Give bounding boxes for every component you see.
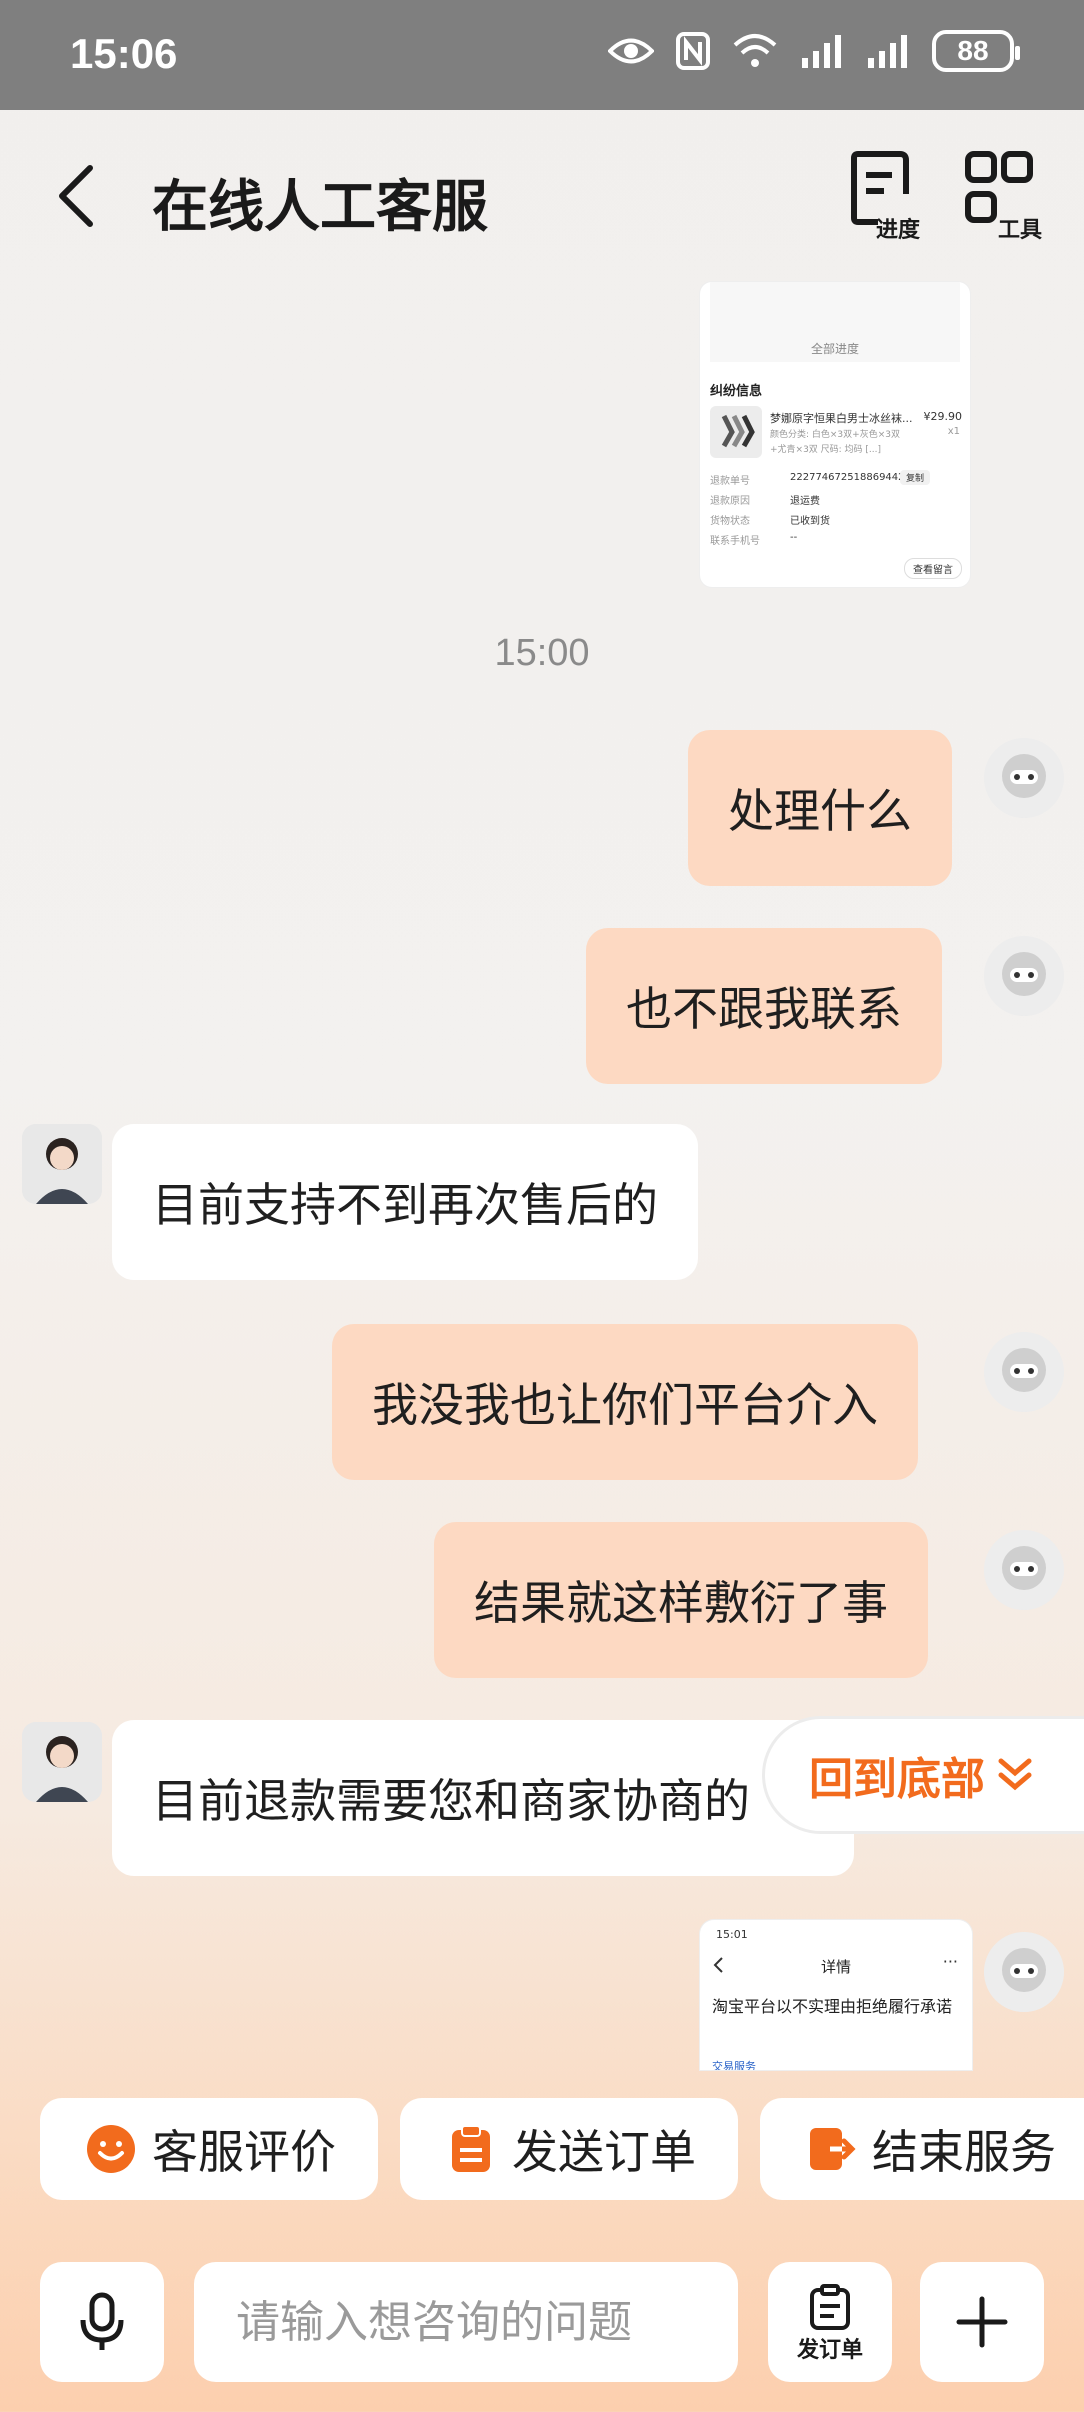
card2-header: 详情 [820,1958,851,1976]
product-variant: 颜色分类: 白色×3双+灰色×3双+尤青×3双 尺码: 均码 [...] [770,430,900,455]
more-icon: ··· [942,1952,958,1971]
exit-icon [810,2128,856,2170]
socks-icon [721,414,755,448]
card2-body: 淘宝平台以不实理由拒绝履行承诺 [712,1997,953,2016]
plus-icon [956,2296,1008,2348]
end-service-button[interactable]: 结束服务 [760,2098,1084,2200]
end-service-label: 结束服务 [872,2125,1056,2179]
add-button[interactable] [920,2262,1044,2382]
status-time: 15:06 [70,30,178,77]
nfc-icon [676,32,710,70]
agent-avatar[interactable] [22,1722,102,1802]
header: 在线人工客服 进度 工具 [0,110,1084,280]
user-avatar[interactable] [984,936,1064,1016]
robot-avatar-icon [984,1932,1064,2012]
status-value: 已收到货 [790,516,830,527]
agent-avatar-icon [22,1722,102,1802]
agent-avatar[interactable] [22,1124,102,1204]
order-shortcut-label: 发订单 [796,2338,863,2363]
user-avatar[interactable] [984,738,1064,818]
status-label: 货物状态 [710,516,750,527]
message-bubble-agent[interactable]: 目前退款需要您和商家协商的 [112,1720,854,1876]
product-thumbnail [710,406,762,458]
message-input[interactable] [194,2262,738,2382]
product-price: ¥29.90 [923,410,963,423]
send-order-shortcut-button[interactable]: 发订单 [768,2262,892,2382]
message-bubble-mine[interactable]: 处理什么 [688,730,952,886]
quick-actions: 客服评价 发送订单 结束服务 [0,2098,1084,2200]
robot-avatar-icon [984,1530,1064,1610]
user-avatar[interactable] [984,1332,1064,1412]
signal-icon [802,35,841,68]
screenshot-card-detail[interactable]: 15:01 详情 ··· 淘宝平台以不实理由拒绝履行承诺 交易服务 [700,1920,972,2070]
back-button[interactable] [52,160,112,240]
tools-label: 工具 [998,218,1043,243]
progress-button[interactable]: 进度 [848,150,948,250]
message-bubble-mine[interactable]: 我没我也让你们平台介入 [332,1324,918,1480]
card2-footer: 交易服务 [712,2060,756,2070]
eye-icon [608,38,654,64]
agent-avatar-icon [22,1124,102,1204]
reason-label: 退款原因 [710,496,750,507]
message-bubble-mine[interactable]: 结果就这样敷衍了事 [434,1522,928,1678]
message-bubble-mine[interactable]: 也不跟我联系 [586,928,942,1084]
wifi-icon [733,34,777,67]
card-title: 纠纷信息 [710,384,763,399]
back-to-bottom-button[interactable]: 回到底部 [762,1716,1084,1834]
screenshot-card-refund[interactable]: 全部进度 纠纷信息 梦娜原字恒果白男士冰丝袜... ¥29.90 x1 颜色分类… [700,282,970,587]
robot-avatar-icon [984,738,1064,818]
robot-avatar-icon [984,936,1064,1016]
reason-value: 退运费 [790,496,820,507]
order-no-label: 退款单号 [710,476,750,487]
rate-service-label: 客服评价 [152,2125,336,2179]
battery-indicator: 88 [932,30,1020,72]
microphone-icon [80,2292,124,2350]
time-separator: 15:00 [494,632,590,674]
phone-value: -- [790,532,798,543]
robot-avatar-icon [984,1332,1064,1412]
smile-icon [87,2125,135,2173]
status-icons: 88 [608,30,1020,72]
product-name: 梦娜原字恒果白男士冰丝袜... [770,412,913,425]
page-title: 在线人工客服 [152,175,488,240]
tools-button[interactable]: 工具 [964,150,1064,250]
rate-service-button[interactable]: 客服评价 [40,2098,378,2200]
view-message-button[interactable]: 查看留言 [904,558,962,579]
order-no: 2227746725188694421 [790,472,911,483]
card2-time: 15:01 [716,1928,748,1941]
input-bar: 发订单 [0,2262,1084,2382]
double-chevron-down-icon [998,1758,1032,1791]
chevron-left-icon [59,165,93,227]
phone-label: 联系手机号 [710,536,760,547]
signal-icon-2 [868,35,907,68]
status-bar: 15:06 88 [0,0,1084,110]
voice-button[interactable] [40,2262,164,2382]
user-avatar[interactable] [984,1530,1064,1610]
copy-button[interactable]: 复制 [900,470,931,485]
send-order-button[interactable]: 发送订单 [400,2098,738,2200]
product-qty: x1 [947,426,960,437]
message-bubble-agent[interactable]: 目前支持不到再次售后的 [112,1124,698,1280]
clipboard-icon [452,2125,490,2172]
progress-label: 进度 [876,218,921,243]
all-progress-link: 全部进度 [810,342,859,356]
send-order-label: 发送订单 [512,2125,696,2179]
order-clipboard-icon [810,2284,850,2330]
back-to-bottom-label: 回到底部 [809,1754,985,1805]
user-avatar[interactable] [984,1932,1064,2012]
